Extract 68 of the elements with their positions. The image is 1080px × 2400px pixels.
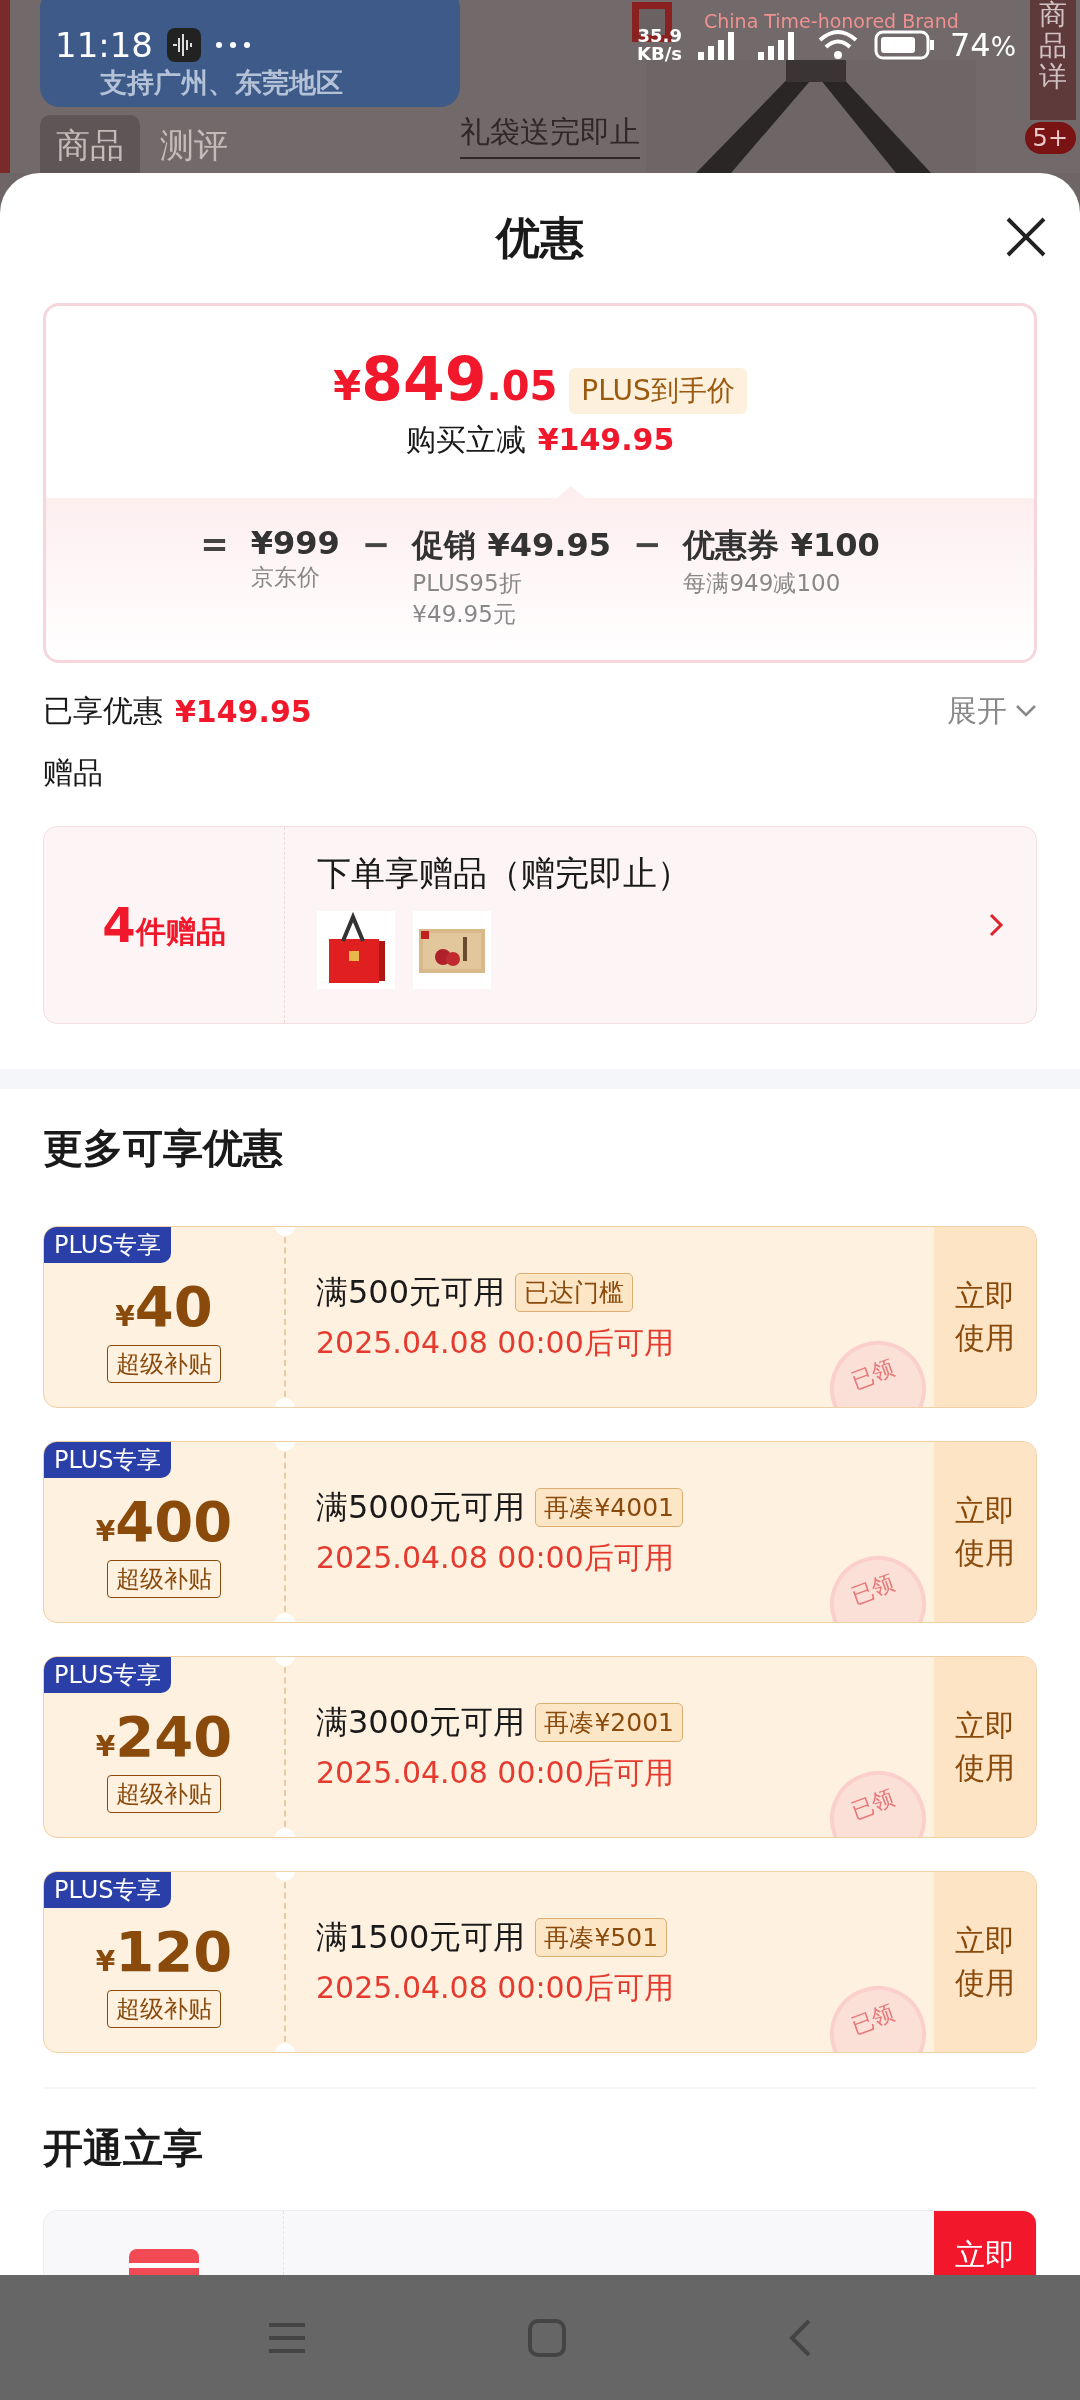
coupon-condition: 满1500元可用 bbox=[316, 1916, 526, 1958]
breakdown-amount: 优惠券 ¥100 bbox=[683, 525, 880, 566]
count-badge: 5+ bbox=[1024, 122, 1076, 154]
coupon-status: 已达门槛 bbox=[515, 1273, 634, 1312]
breakdown-amount: 促销 ¥49.95 bbox=[412, 525, 611, 566]
coupon-status: 再凑¥2001 bbox=[535, 1703, 683, 1742]
coupon-date: 2025.04.08 00:00后可用 bbox=[316, 1538, 675, 1577]
discount-amount: ¥149.95 bbox=[175, 693, 312, 729]
plus-badge: PLUS专享 bbox=[44, 1872, 172, 1908]
breakdown-note: 每满949减100 bbox=[683, 569, 842, 598]
coupon-condition: 满3000元可用 bbox=[316, 1701, 526, 1743]
breakdown-note: ¥49.95元 bbox=[412, 600, 517, 629]
use-button[interactable]: 立即使用 bbox=[934, 1657, 1036, 1837]
coupon-date: 2025.04.08 00:00后可用 bbox=[316, 1323, 675, 1362]
gift-count: 4件赠品 bbox=[102, 897, 226, 953]
home-icon[interactable] bbox=[527, 2317, 567, 2358]
side-tab[interactable]: 商品详 bbox=[1030, 0, 1076, 120]
more-icon bbox=[215, 41, 251, 49]
promo-label: 礼袋送完即止 bbox=[460, 112, 640, 159]
back-icon[interactable] bbox=[787, 2317, 813, 2358]
section-title: 更多可享优惠 bbox=[43, 1124, 284, 1173]
product-tab[interactable]: 商品 bbox=[40, 115, 140, 173]
coupon-amount: ¥240 bbox=[95, 1703, 233, 1769]
use-button[interactable]: 立即使用 bbox=[934, 1442, 1036, 1622]
section-title: 开通立享 bbox=[43, 2124, 204, 2173]
use-button[interactable]: 立即使用 bbox=[934, 1872, 1036, 2052]
final-price: ¥849.05 bbox=[333, 343, 558, 414]
saving-label: 购买立减 bbox=[405, 420, 526, 459]
menu-icon[interactable] bbox=[267, 2320, 307, 2355]
operator: = bbox=[200, 524, 229, 566]
breakdown-amount: ¥999 bbox=[250, 524, 340, 562]
coupon-date: 2025.04.08 00:00后可用 bbox=[316, 1968, 675, 2007]
recorder-icon bbox=[167, 28, 201, 62]
coupon-amount: ¥120 bbox=[95, 1918, 233, 1984]
saving-amount: ¥149.95 bbox=[537, 421, 675, 457]
breakdown-note: 京东价 bbox=[250, 563, 321, 592]
plus-badge: PLUS专享 bbox=[44, 1442, 172, 1478]
chevron-down-icon bbox=[1015, 704, 1037, 718]
gift-title: 下单享赠品（赠完即止） bbox=[317, 852, 692, 895]
gift-card[interactable]: 4件赠品 下单享赠品（赠完即止） bbox=[43, 826, 1037, 1024]
coupon-amount: ¥400 bbox=[95, 1488, 233, 1554]
coupon-tag: 超级补贴 bbox=[107, 1989, 221, 2028]
coupon-tag: 超级补贴 bbox=[107, 1344, 221, 1383]
brand-tagline: China Time-honored Brand bbox=[704, 10, 959, 32]
operator: − bbox=[361, 524, 391, 566]
sheet-title: 优惠 bbox=[496, 210, 584, 265]
coupon-status: 再凑¥4001 bbox=[535, 1488, 683, 1527]
coupon-tag: 超级补贴 bbox=[107, 1774, 221, 1813]
coupon-tag: 超级补贴 bbox=[107, 1559, 221, 1598]
network-speed: 35.9 KB/s bbox=[636, 27, 682, 63]
operator: − bbox=[633, 524, 662, 566]
coupon-condition: 满5000元可用 bbox=[316, 1486, 526, 1528]
open-button[interactable]: 立即 bbox=[934, 2211, 1036, 2275]
section-label: 赠品 bbox=[43, 754, 104, 792]
status-time: 11:18 bbox=[55, 25, 153, 65]
coupon-condition: 满500元可用 bbox=[316, 1271, 506, 1313]
plus-badge: PLUS专享 bbox=[44, 1227, 172, 1263]
discount-label: 已享优惠 bbox=[43, 691, 163, 730]
coupon-amount: ¥40 bbox=[115, 1273, 213, 1339]
price-tag: PLUS到手价 bbox=[569, 367, 747, 414]
banner-subtitle: 支持广州、东莞地区 bbox=[100, 66, 343, 100]
battery-icon bbox=[873, 30, 936, 60]
breakdown-note: PLUS95折 bbox=[412, 569, 523, 598]
coupon-status: 再凑¥501 bbox=[535, 1918, 668, 1957]
plus-badge: PLUS专享 bbox=[44, 1657, 172, 1693]
use-button[interactable]: 立即使用 bbox=[934, 1227, 1036, 1407]
coupon-date: 2025.04.08 00:00后可用 bbox=[316, 1753, 675, 1792]
expand-toggle[interactable]: 展开 bbox=[947, 690, 1037, 732]
